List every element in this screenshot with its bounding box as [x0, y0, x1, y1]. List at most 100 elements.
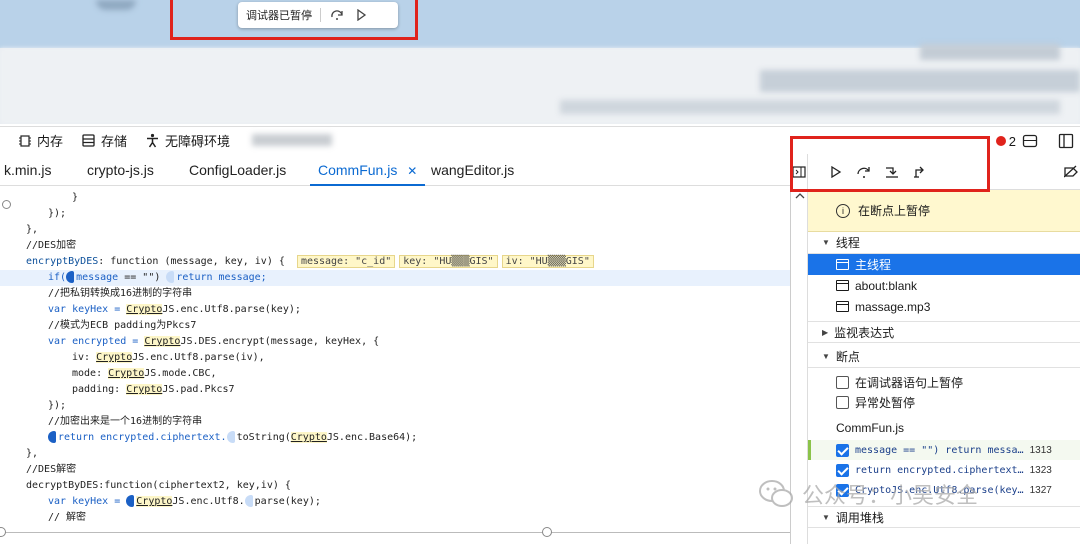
pause-on-debugger-checkbox[interactable]: 在调试器语句上暂停 — [808, 372, 1080, 392]
code-fragment: Crypto — [290, 432, 327, 443]
column-marker-icon[interactable] — [166, 271, 175, 283]
tab-crypto-js[interactable]: crypto-js.js — [87, 154, 154, 186]
checkbox-checked-icon[interactable] — [836, 463, 849, 477]
watermark: 公众号：小吴安全 — [758, 478, 978, 510]
tab-commfun-active[interactable]: CommFun.js ✕ — [310, 154, 426, 186]
code-line: }); — [48, 400, 67, 411]
error-dot-icon — [995, 136, 1006, 146]
code-line: padding: CryptoJS.pad.Pkcs7 — [72, 382, 235, 398]
code-line: var keyHex = CryptoJS.enc.Utf8.parse(key… — [48, 302, 301, 318]
breakpoint-line: 1323 — [1029, 464, 1052, 476]
code-fragment: mode: — [72, 368, 109, 379]
deactivate-breakpoints-icon[interactable] — [1064, 165, 1078, 179]
breakpoint-marker-icon[interactable] — [48, 431, 56, 443]
blurred-block — [920, 44, 1060, 60]
scroll-handle-right[interactable] — [542, 527, 552, 537]
error-count[interactable]: 2 — [1009, 134, 1016, 149]
checkbox-icon — [836, 395, 849, 409]
scroll-handle-left[interactable] — [0, 527, 6, 537]
column-marker-icon[interactable] — [244, 495, 253, 507]
thread-item-about-blank[interactable]: about:blank — [808, 275, 1080, 296]
tab-configloader[interactable]: ConfigLoader.js — [189, 154, 286, 186]
code-fragment: JS.mode.CBC, — [144, 368, 217, 379]
column-marker-icon[interactable] — [226, 431, 235, 443]
breakpoint-item[interactable]: message == "") return messa… 1313 — [808, 440, 1080, 460]
code-line: iv: CryptoJS.enc.Utf8.parse(iv), — [72, 350, 265, 366]
storage-label: 存储 — [101, 134, 128, 149]
accessibility-tool[interactable]: 无障碍环境 — [145, 131, 230, 150]
pause-on-exceptions-checkbox[interactable]: 异常处暂停 — [808, 392, 1080, 412]
dock-icon[interactable] — [1058, 133, 1074, 149]
code-line: } — [72, 192, 79, 203]
code-line: mode: CryptoJS.mode.CBC, — [72, 366, 217, 382]
code-line: // 解密 — [48, 512, 87, 523]
window-icon — [836, 280, 849, 291]
code-fragment: iv: — [72, 352, 97, 363]
code-line: //DES加密 — [26, 240, 77, 251]
storage-tool[interactable]: 存储 — [81, 131, 127, 150]
thread-item-main[interactable]: 主线程 — [808, 254, 1080, 275]
code-fragment: == "") — [118, 272, 167, 283]
page-header-band — [0, 0, 1080, 48]
breakpoint-item[interactable]: return encrypted.ciphertext… 1323 — [808, 460, 1080, 480]
code-line: decryptByDES:function(ciphertext2, key,i… — [26, 480, 291, 491]
caret-down-icon: ▼ — [822, 238, 830, 247]
code-fragment: JS.enc.Base64); — [326, 432, 418, 443]
code-fragment: JS.DES.encrypt(message, keyHex, { — [180, 336, 380, 347]
code-editor[interactable]: } }); }, //DES加密 encryptByDES: function … — [0, 186, 790, 544]
code-line: }, — [26, 224, 39, 235]
code-fragment: message — [76, 272, 119, 283]
blurred-block — [560, 100, 1060, 114]
breakpoint-marker-icon[interactable] — [66, 271, 75, 283]
checkbox-checked-icon[interactable] — [836, 443, 849, 457]
breakpoints-title: 断点 — [835, 350, 860, 364]
highlight-box-overlay — [170, 0, 418, 40]
threads-section-header[interactable]: ▼ 线程 — [808, 232, 1080, 254]
code-line: //把私钥转换成16进制的字符串 — [48, 288, 193, 299]
code-fragment: toString( — [236, 432, 291, 443]
code-fragment: return encrypted.ciphertext. — [58, 432, 227, 443]
close-tab-icon[interactable]: ✕ — [407, 164, 417, 178]
blurred-block — [760, 70, 1080, 92]
code-line: //DES解密 — [26, 464, 77, 475]
callstack-title: 调用堆栈 — [835, 510, 884, 525]
watch-section-header[interactable]: ▶ 监视表达式 — [808, 321, 1080, 343]
gutter-circle — [2, 200, 11, 209]
thread-item-massage[interactable]: massage.mp3 — [808, 296, 1080, 317]
breakpoint-text: return encrypted.ciphertext… — [855, 464, 1024, 476]
breakpoints-section-header[interactable]: ▼ 断点 — [808, 346, 1080, 368]
blurred-tool — [252, 134, 332, 146]
code-fragment: JS.pad.Pkcs7 — [162, 384, 235, 395]
code-line: var encrypted = CryptoJS.DES.encrypt(mes… — [48, 334, 379, 350]
code-fragment: Crypto — [108, 368, 145, 379]
inline-value-message: message: "c_id" — [296, 255, 396, 268]
inline-value-key: key: "HU▒▒▒GIS" — [399, 255, 498, 268]
info-icon: i — [836, 203, 850, 218]
code-line: //加密出来是一个16进制的字符串 — [48, 416, 203, 427]
tab-k-min-js[interactable]: k.min.js — [4, 154, 51, 186]
memory-tool[interactable]: 内存 — [18, 131, 63, 150]
code-fragment: JS.enc.Utf8.parse(iv), — [132, 352, 265, 363]
webpage-viewport: 调试器已暂停 — [0, 0, 1080, 124]
breakpoint-marker-icon[interactable] — [126, 495, 135, 507]
code-line: }); — [48, 208, 67, 219]
code-line: encryptByDES: function (message, key, iv… — [26, 254, 598, 270]
code-fragment: parse(key); — [254, 496, 321, 507]
watermark-text: 公众号：小吴安全 — [802, 483, 979, 508]
code-fragment: if( — [48, 272, 67, 283]
code-fragment: Crypto — [126, 384, 163, 395]
code-fragment: JS.enc.Utf8. — [172, 496, 245, 507]
responsive-icon[interactable] — [1022, 133, 1038, 149]
code-fragment: Crypto — [126, 304, 163, 315]
code-fragment: Crypto — [96, 352, 133, 363]
window-icon — [836, 259, 849, 270]
watch-title: 监视表达式 — [834, 325, 895, 340]
code-line: }, — [26, 448, 39, 459]
checkbox-label: 在调试器语句上暂停 — [855, 375, 964, 390]
code-fragment: return message; — [176, 272, 267, 283]
memory-icon — [19, 134, 31, 147]
tab-wangeditor[interactable]: wangEditor.js — [431, 154, 514, 186]
memory-label: 内存 — [37, 134, 64, 149]
h-scrollbar[interactable] — [0, 532, 790, 533]
chevron-up-icon[interactable] — [795, 192, 805, 200]
